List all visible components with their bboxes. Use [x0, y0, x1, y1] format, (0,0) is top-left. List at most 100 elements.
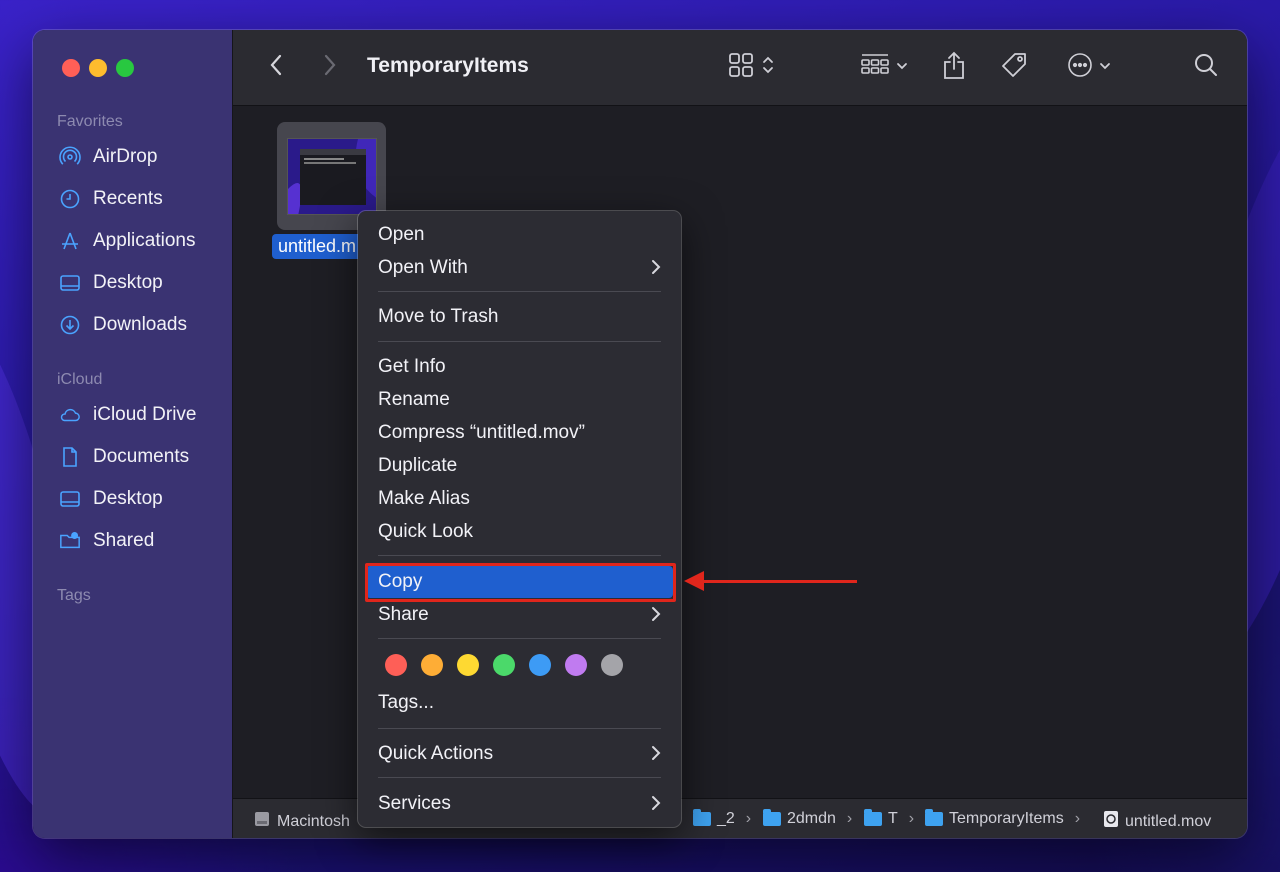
sidebar-item-label: Downloads [93, 314, 187, 335]
path-segment-folder[interactable]: _2 › [693, 809, 752, 828]
path-segment-label: T [888, 810, 898, 827]
folder-icon [763, 809, 781, 826]
sidebar-item-label: Documents [93, 446, 190, 467]
hard-disk-icon [253, 810, 271, 833]
menu-item-services[interactable]: Services [366, 788, 673, 820]
tag-button[interactable] [997, 50, 1031, 84]
tag-gray-swatch[interactable] [601, 654, 623, 676]
favorites-header: Favorites [57, 113, 123, 130]
share-button[interactable] [939, 50, 969, 84]
share-icon [942, 50, 966, 85]
menu-separator [378, 728, 661, 729]
path-segment-label: TemporaryItems [949, 810, 1064, 827]
path-segment-disk[interactable]: Macintosh [253, 810, 350, 833]
group-by-button[interactable] [855, 50, 913, 84]
sidebar-item-desktop[interactable]: Desktop [59, 267, 163, 299]
sidebar-item-recents[interactable]: Recents [59, 183, 163, 215]
view-mode-button[interactable] [723, 50, 779, 84]
menu-item-compress[interactable]: Compress “untitled.mov” [366, 417, 673, 449]
menu-item-quick-actions[interactable]: Quick Actions [366, 738, 673, 770]
chevron-down-icon [1099, 58, 1111, 76]
chevron-updown-icon [762, 54, 774, 81]
folder-icon [925, 809, 943, 826]
sidebar-item-label: Shared [93, 530, 155, 551]
menu-separator [378, 638, 661, 639]
menu-item-label: Services [378, 793, 451, 814]
video-file-icon [1103, 810, 1119, 833]
path-separator: › [745, 810, 752, 827]
menu-item-label: Move to Trash [378, 306, 499, 327]
applications-icon [59, 230, 81, 252]
sidebar-item-shared[interactable]: Shared [59, 525, 154, 557]
document-icon [59, 446, 81, 468]
menu-item-make-alias[interactable]: Make Alias [366, 483, 673, 515]
folder-icon [693, 809, 711, 826]
menu-separator [378, 291, 661, 292]
menu-item-tags[interactable]: Tags... [366, 687, 673, 719]
tag-purple-swatch[interactable] [565, 654, 587, 676]
tag-red-swatch[interactable] [385, 654, 407, 676]
menu-item-get-info[interactable]: Get Info [366, 351, 673, 383]
menu-item-duplicate[interactable]: Duplicate [366, 450, 673, 482]
desktop-icon [59, 488, 81, 510]
sidebar-item-documents[interactable]: Documents [59, 441, 189, 473]
path-separator: › [908, 810, 915, 827]
menu-item-open-with[interactable]: Open With [366, 252, 673, 284]
forward-button[interactable] [317, 50, 343, 84]
group-icon [860, 52, 890, 83]
path-segment-file[interactable]: untitled.mov [1103, 810, 1211, 833]
sidebar-item-icloud-drive[interactable]: iCloud Drive [59, 399, 196, 431]
path-segment-folder[interactable]: T › [864, 809, 915, 828]
chevron-left-icon [269, 54, 283, 81]
back-button[interactable] [263, 50, 289, 84]
menu-item-label: Open With [378, 257, 468, 278]
shared-folder-icon [59, 530, 81, 552]
toolbar: TemporaryItems [233, 30, 1247, 106]
menu-item-share[interactable]: Share [366, 599, 673, 631]
tags-header: Tags [57, 587, 91, 604]
context-menu: Open Open With Move to Trash Get Info Re… [358, 211, 681, 827]
airdrop-icon [59, 146, 81, 168]
file-name-label[interactable]: untitled.m [272, 234, 363, 259]
tag-yellow-swatch[interactable] [457, 654, 479, 676]
zoom-window-button[interactable] [116, 59, 134, 77]
sidebar-item-label: Desktop [93, 488, 163, 509]
path-segment-folder[interactable]: TemporaryItems › [925, 809, 1080, 828]
sidebar-item-applications[interactable]: Applications [59, 225, 195, 257]
menu-separator [378, 777, 661, 778]
menu-item-rename[interactable]: Rename [366, 384, 673, 416]
download-icon [59, 314, 81, 336]
folder-icon [864, 809, 882, 826]
menu-item-label: Quick Look [378, 521, 474, 542]
chevron-right-icon [651, 258, 661, 282]
tag-green-swatch[interactable] [493, 654, 515, 676]
menu-item-quick-look[interactable]: Quick Look [366, 516, 673, 548]
sidebar-item-downloads[interactable]: Downloads [59, 309, 187, 341]
minimize-window-button[interactable] [89, 59, 107, 77]
annotation-highlight-box [365, 563, 676, 602]
path-segment-label: untitled.mov [1125, 812, 1212, 830]
cloud-icon [59, 404, 81, 426]
sidebar-item-icloud-desktop[interactable]: Desktop [59, 483, 163, 515]
path-separator: › [846, 810, 853, 827]
path-segment-label: Macintosh [277, 812, 350, 830]
menu-item-label: Duplicate [378, 455, 458, 476]
tag-icon [999, 50, 1029, 85]
tag-orange-swatch[interactable] [421, 654, 443, 676]
search-button[interactable] [1189, 50, 1223, 84]
menu-separator [378, 341, 661, 342]
tag-blue-swatch[interactable] [529, 654, 551, 676]
grid-view-icon [728, 52, 754, 83]
menu-item-open[interactable]: Open [366, 219, 673, 251]
more-actions-button[interactable] [1061, 50, 1117, 84]
menu-item-label: Quick Actions [378, 743, 494, 764]
menu-item-label: Share [378, 604, 429, 625]
path-segment-folder[interactable]: 2dmdn › [763, 809, 853, 828]
sidebar-item-label: Applications [93, 230, 196, 251]
tag-color-picker [385, 654, 623, 676]
close-window-button[interactable] [62, 59, 80, 77]
menu-item-move-to-trash[interactable]: Move to Trash [366, 301, 673, 333]
sidebar-item-airdrop[interactable]: AirDrop [59, 141, 157, 173]
ellipsis-circle-icon [1067, 52, 1093, 83]
sidebar-item-label: iCloud Drive [93, 404, 197, 425]
